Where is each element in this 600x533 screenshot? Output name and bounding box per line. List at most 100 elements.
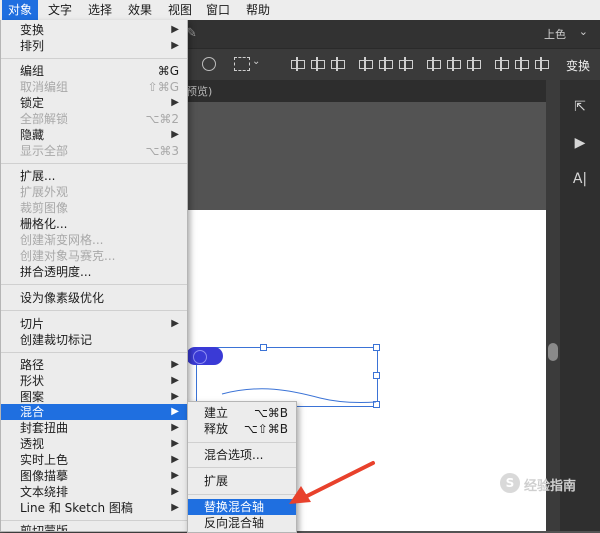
chevron-right-icon: ▶ <box>171 40 179 51</box>
document-tab-bar: 预览) <box>186 80 556 102</box>
menu-object[interactable]: 对象 <box>2 0 39 20</box>
menu-type[interactable]: 文字 <box>42 0 78 20</box>
chevron-right-icon: ▶ <box>171 359 179 370</box>
export-icon[interactable]: ⇱ <box>566 94 594 120</box>
menu-item-perspective[interactable]: 透视 ▶ <box>1 436 187 452</box>
align-middle-icon[interactable] <box>378 57 393 71</box>
menu-divider <box>1 520 187 521</box>
menu-item-replace-spine[interactable]: 替换混合轴 <box>188 499 296 515</box>
chevron-right-icon: ▶ <box>171 454 179 465</box>
chevron-right-icon: ▶ <box>171 406 179 417</box>
menu-item-expand[interactable]: 扩展... <box>1 168 187 184</box>
align-bottom-icon[interactable] <box>398 57 413 71</box>
transform-button[interactable]: 变换 <box>566 57 590 74</box>
menu-item-group[interactable]: 编组 ⌘G <box>1 63 187 79</box>
chevron-right-icon: ▶ <box>171 391 179 402</box>
menu-item-blend-options[interactable]: 混合选项... <box>188 447 296 463</box>
menu-item-blend-make[interactable]: 建立 ⌥⌘B <box>188 405 296 421</box>
annotation-arrow-icon <box>289 461 375 504</box>
distribute-center-icon[interactable] <box>514 57 529 71</box>
right-panel-dock: ⇱ ▶ A| <box>560 80 600 531</box>
menu-select[interactable]: 选择 <box>82 0 118 20</box>
menu-item-show-all: 显示全部 ⌥⌘3 <box>20 144 179 158</box>
menu-bar: 对象 文字 选择 效果 视图 窗口 帮助 <box>0 0 600 21</box>
menu-item-blend[interactable]: 混合 ▶ <box>1 404 187 420</box>
menu-divider <box>1 58 187 59</box>
chevron-right-icon: ▶ <box>171 486 179 497</box>
menu-item-pattern[interactable]: 图案 ▶ <box>1 389 187 405</box>
menu-item-object-mosaic: 创建对象马赛克... <box>20 249 116 263</box>
menu-item-rasterize[interactable]: 栅格化... <box>1 216 187 232</box>
control-bar: ⌄ 变换 <box>186 48 600 82</box>
menu-item-crop-image: 裁剪图像 <box>20 201 69 215</box>
blend-submenu: 建立 ⌥⌘B 释放 ⌥⇧⌘B 混合选项... 扩展 替换混合轴 反向混合轴 <box>187 401 297 533</box>
menu-item-live-paint[interactable]: 实时上色 ▶ <box>1 452 187 468</box>
menu-item-clipping-mask[interactable]: 剪切蒙版 <box>1 523 187 531</box>
menu-window[interactable]: 窗口 <box>200 0 236 20</box>
menu-divider <box>1 310 187 311</box>
menu-item-gradient-mesh: 创建渐变网格... <box>20 233 104 247</box>
menu-item-trim-marks[interactable]: 创建裁切标记 <box>1 332 187 348</box>
align-left-icon[interactable] <box>290 57 305 71</box>
menu-divider <box>1 284 187 285</box>
menu-item-blend-release[interactable]: 释放 ⌥⇧⌘B <box>188 421 296 437</box>
selection-icon[interactable] <box>234 57 250 71</box>
menu-item-line-sketch[interactable]: Line 和 Sketch 图稿 ▶ <box>1 500 187 516</box>
menu-help[interactable]: 帮助 <box>240 0 276 20</box>
align-center-icon[interactable] <box>310 57 325 71</box>
menu-item-pixel-perfect[interactable]: 设为像素级优化 <box>1 290 187 306</box>
distribute-right-icon[interactable] <box>534 57 549 71</box>
menu-item-slice[interactable]: 切片 ▶ <box>1 316 187 332</box>
menu-item-arrange[interactable]: 排列 ▶ <box>1 38 187 54</box>
app-top-bar: ✎ 上色 ⌄ <box>186 20 600 48</box>
recolor-icon[interactable] <box>202 57 216 71</box>
chevron-right-icon: ▶ <box>171 97 179 108</box>
align-right-icon[interactable] <box>330 57 345 71</box>
chevron-right-icon: ▶ <box>171 438 179 449</box>
chevron-down-icon[interactable]: ⌄ <box>579 25 588 38</box>
menu-item-reverse-spine[interactable]: 反向混合轴 <box>188 515 296 531</box>
menu-divider <box>188 442 296 443</box>
chevron-right-icon: ▶ <box>171 422 179 433</box>
object-menu-dropdown: 变换 ▶ 排列 ▶ 编组 ⌘G 取消编组 ⇧⌘G 锁定 ▶ 全部解锁 ⌥⌘2 隐藏 ▶ 显示全… <box>0 20 188 532</box>
scrollbar-thumb[interactable] <box>548 343 558 361</box>
watermark-logo: S <box>500 473 520 493</box>
menu-divider <box>188 494 296 495</box>
chevron-right-icon: ▶ <box>171 375 179 386</box>
menu-item-lock[interactable]: 锁定 ▶ <box>1 95 187 111</box>
menu-divider <box>188 467 296 468</box>
chevron-down-icon[interactable]: ⌄ <box>252 56 260 67</box>
workspace-label[interactable]: 上色 <box>544 26 566 42</box>
menu-effect[interactable]: 效果 <box>122 0 158 20</box>
menu-divider <box>1 352 187 353</box>
menu-item-envelope-distort[interactable]: 封套扭曲 ▶ <box>1 420 187 436</box>
menu-item-blend-expand[interactable]: 扩展 <box>188 473 296 489</box>
chevron-right-icon: ▶ <box>171 470 179 481</box>
selection-handle[interactable] <box>373 344 380 351</box>
vertical-scrollbar[interactable] <box>546 80 560 531</box>
distribute-bottom-icon[interactable] <box>466 57 481 71</box>
menu-divider <box>1 163 187 164</box>
menu-item-path[interactable]: 路径 ▶ <box>1 357 187 373</box>
menu-item-hide[interactable]: 隐藏 ▶ <box>1 127 187 143</box>
menu-item-shape[interactable]: 形状 ▶ <box>1 373 187 389</box>
menu-item-ungroup: 取消编组 ⇧⌘G <box>20 80 179 94</box>
selection-handle[interactable] <box>373 372 380 379</box>
play-icon[interactable]: ▶ <box>566 130 594 156</box>
menu-item-expand-appearance: 扩展外观 <box>20 185 69 199</box>
menu-item-flatten-transparency[interactable]: 拼合透明度... <box>1 264 187 280</box>
distribute-left-icon[interactable] <box>494 57 509 71</box>
distribute-middle-icon[interactable] <box>446 57 461 71</box>
chevron-right-icon: ▶ <box>171 129 179 140</box>
align-top-icon[interactable] <box>358 57 373 71</box>
distribute-top-icon[interactable] <box>426 57 441 71</box>
character-icon[interactable]: A| <box>566 166 594 192</box>
selection-handle[interactable] <box>260 344 267 351</box>
menu-item-image-trace[interactable]: 图像描摹 ▶ <box>1 468 187 484</box>
menu-item-transform[interactable]: 变换 ▶ <box>1 22 187 38</box>
watermark-text: 经验指南 <box>524 479 577 494</box>
menu-item-text-wrap[interactable]: 文本绕排 ▶ <box>1 484 187 500</box>
document-tab[interactable]: 预览) <box>186 83 212 99</box>
menu-view[interactable]: 视图 <box>162 0 198 20</box>
blend-object-ring <box>193 350 207 364</box>
